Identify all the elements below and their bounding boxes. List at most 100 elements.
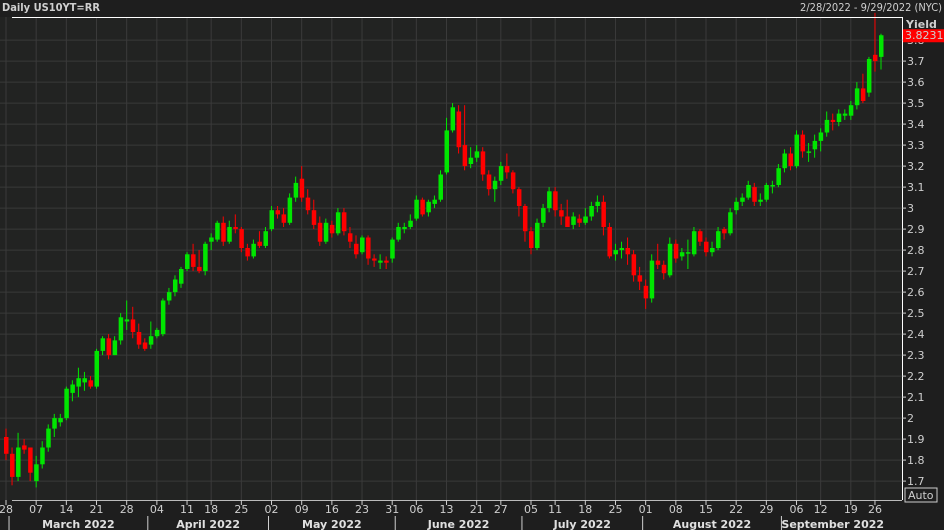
x-tick-label: 05 — [524, 503, 538, 516]
candle[interactable] — [764, 182, 769, 202]
candle[interactable] — [535, 218, 540, 251]
candle-body — [716, 231, 721, 248]
candle-body — [673, 243, 679, 259]
x-tick-label: 27 — [494, 503, 508, 516]
candle-body — [697, 231, 703, 242]
auto-scale-label[interactable]: Auto — [908, 489, 934, 502]
candle[interactable] — [203, 241, 208, 276]
candle[interactable] — [360, 235, 365, 255]
y-axis: 1.7 1.8 1.9 2 2.1 2.2 2.3 2.4 2.5 2.6 2.7 2.8 2.9 3 3.… — [902, 34, 925, 488]
candle-body — [848, 105, 854, 116]
candle-body — [341, 212, 347, 232]
candle-body — [806, 151, 812, 153]
candle-body — [390, 239, 395, 259]
candle-body — [215, 222, 220, 240]
candle-body — [631, 254, 637, 276]
candle-body — [179, 269, 184, 284]
candle[interactable] — [160, 298, 166, 337]
x-tick-label: 01 — [639, 503, 653, 516]
candle-body — [299, 178, 305, 198]
candle-body — [498, 166, 504, 181]
candle-body — [148, 336, 154, 345]
candle-body — [492, 180, 498, 190]
candle-body — [34, 464, 39, 482]
candle-body — [529, 231, 534, 248]
candle-body — [118, 317, 124, 341]
candle-body — [866, 59, 872, 93]
month-label: June 2022 — [427, 518, 490, 530]
x-tick-label: 18 — [578, 503, 592, 516]
candle[interactable] — [607, 222, 612, 259]
candle[interactable] — [794, 130, 800, 169]
candle[interactable] — [287, 193, 293, 225]
candle-body — [752, 187, 757, 202]
candle-body — [329, 224, 335, 234]
candle-body — [112, 340, 118, 356]
candle-body — [535, 222, 540, 248]
x-tick-label: 06 — [790, 503, 804, 516]
y-tick-label: 2.4 — [907, 328, 925, 341]
candle-body — [227, 227, 232, 242]
candle-body — [396, 227, 401, 240]
y-tick-label: 2.7 — [907, 265, 925, 278]
month-label: July 2022 — [553, 518, 611, 530]
candle-body — [553, 191, 558, 211]
candle-body — [311, 210, 317, 225]
candle-body — [130, 319, 136, 332]
candle-body — [46, 428, 51, 448]
candlestick-chart[interactable]: 1.7 1.8 1.9 2 2.1 2.2 2.3 2.4 2.5 2.6 2.7 2.8 2.9 3 3.… — [0, 0, 944, 530]
candle[interactable] — [866, 56, 872, 97]
y-tick-label: 3 — [907, 202, 914, 215]
candle[interactable] — [649, 254, 655, 303]
candle-body — [704, 241, 709, 253]
y-tick-label: 2.8 — [907, 244, 925, 257]
candle-body — [649, 260, 655, 299]
candle-body — [510, 172, 516, 190]
candle-body — [559, 210, 564, 217]
candle-body — [203, 243, 208, 272]
candle[interactable] — [64, 386, 69, 421]
y-tick-label: 1.9 — [907, 433, 925, 446]
candle-body — [637, 275, 643, 282]
candle[interactable] — [438, 170, 443, 202]
candle-body — [384, 260, 389, 263]
candle[interactable] — [691, 227, 697, 257]
y-tick-label: 3.1 — [907, 181, 925, 194]
candle-body — [571, 216, 576, 225]
candle-body — [480, 151, 486, 175]
candle-body — [239, 229, 244, 248]
candle[interactable] — [215, 220, 220, 242]
x-tick-label: 29 — [759, 503, 773, 516]
candle[interactable] — [118, 313, 124, 345]
candle-body — [426, 201, 431, 213]
month-label: August 2022 — [673, 518, 751, 530]
x-tick-label: 25 — [608, 503, 622, 516]
candle-body — [764, 185, 769, 200]
candle-body — [378, 260, 383, 263]
candle-body — [770, 185, 775, 187]
x-tick-label: 11 — [180, 503, 194, 516]
candle[interactable] — [450, 103, 456, 133]
candle-body — [740, 197, 745, 202]
candle[interactable] — [456, 105, 462, 154]
candle-body — [595, 201, 600, 206]
candle-body — [613, 250, 618, 255]
candle-body — [293, 182, 299, 198]
candle-body — [438, 174, 443, 200]
candle-body — [233, 227, 238, 230]
y-tick-label: 3.7 — [907, 55, 925, 68]
candle-body — [541, 208, 546, 223]
candle-body — [583, 216, 588, 223]
candle[interactable] — [185, 252, 190, 272]
candle[interactable] — [420, 197, 425, 217]
candle-body — [40, 447, 45, 465]
candle-body — [402, 227, 407, 230]
y-tick-label: 2.9 — [907, 223, 925, 236]
candle-body — [486, 174, 492, 190]
y-tick-label: 2.1 — [907, 391, 925, 404]
candle-body — [4, 437, 9, 454]
x-tick-label: 16 — [325, 503, 339, 516]
candle-body — [154, 329, 160, 337]
candle-body — [172, 279, 178, 293]
candle[interactable] — [94, 348, 100, 389]
